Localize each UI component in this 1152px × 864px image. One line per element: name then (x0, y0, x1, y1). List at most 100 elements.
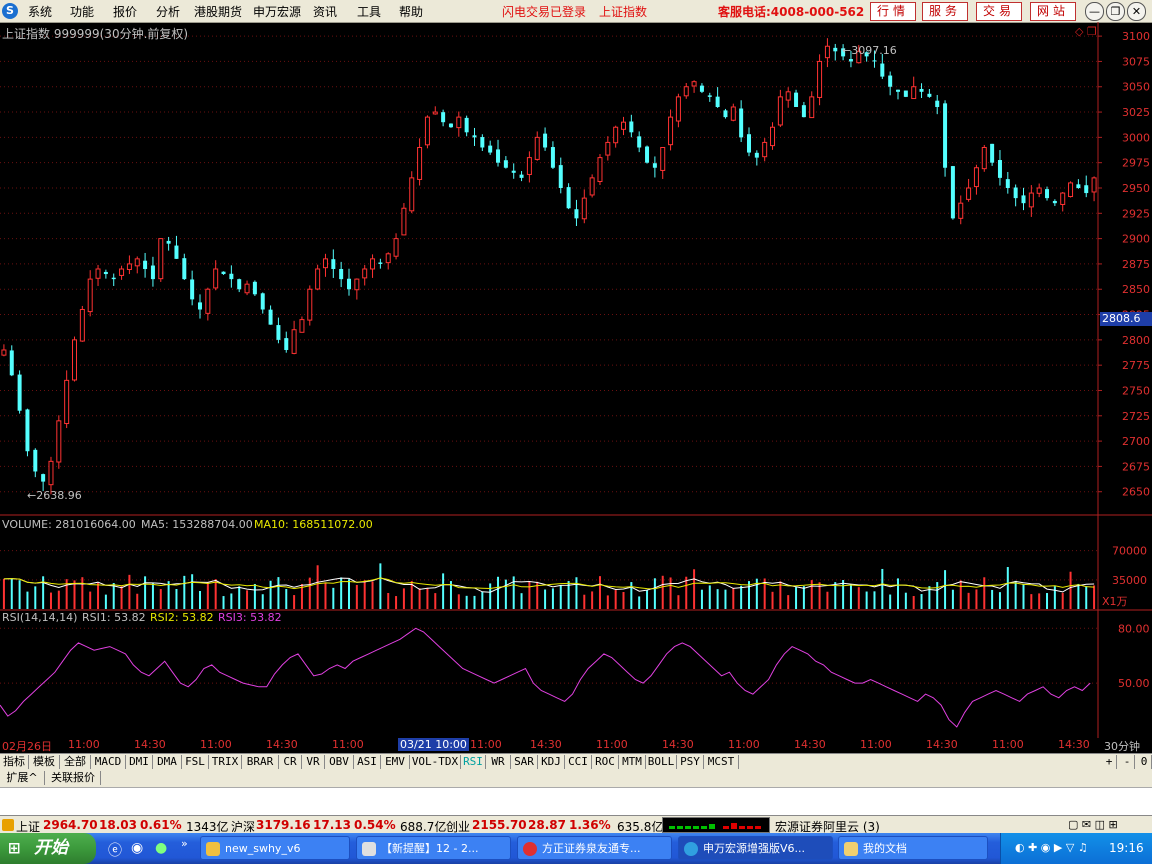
candle-body (362, 268, 368, 279)
quicklaunch-browser-icon[interactable]: ◉ (131, 840, 143, 856)
tab-control-2[interactable]: 0 (1137, 755, 1152, 769)
tab-expand[interactable]: 扩展^ (0, 771, 45, 785)
tab-asi[interactable]: ASI (354, 755, 381, 769)
quicklaunch-ie-icon[interactable]: ⓔ (108, 840, 122, 860)
period-label[interactable]: 30分钟 (1104, 738, 1140, 754)
tab-related-quote[interactable]: 关联报价 (46, 771, 101, 785)
taskbar-item-founder[interactable]: 方正证券泉友通专... (517, 836, 672, 860)
trade-button[interactable]: 交易 (976, 2, 1022, 21)
candle-body (746, 134, 751, 153)
tab-模板[interactable]: 模板 (29, 755, 60, 769)
tab-roc[interactable]: ROC (592, 755, 619, 769)
taskbar-item-documents[interactable]: 我的文档 (838, 836, 988, 860)
candle-body (197, 302, 202, 310)
status-tray-icons[interactable]: ▢ ✉ ◫ ⊞ (1068, 818, 1118, 831)
rsi1-label: RSI1: 53.82 (82, 611, 146, 624)
tab-brar[interactable]: BRAR (242, 755, 279, 769)
menu-item-hk-futures[interactable]: 港股期货 (194, 3, 242, 20)
tab-dmi[interactable]: DMI (126, 755, 153, 769)
tab-cr[interactable]: CR (279, 755, 302, 769)
minimize-icon[interactable]: — (1085, 2, 1104, 21)
menu-item-help[interactable]: 帮助 (399, 3, 423, 20)
x-tick: 14:30 (662, 738, 694, 751)
candle-body (785, 91, 791, 101)
tab-mcst[interactable]: MCST (704, 755, 739, 769)
tab-control-1[interactable]: - (1120, 755, 1135, 769)
tab-obv[interactable]: OBV (325, 755, 354, 769)
candle-body (801, 105, 806, 118)
candle-body (880, 63, 885, 77)
candle-body (503, 160, 508, 168)
tab-全部[interactable]: 全部 (60, 755, 91, 769)
candle-body (794, 92, 799, 107)
tab-wr[interactable]: WR (486, 755, 511, 769)
price-tick-label: 2975 (1122, 157, 1150, 170)
tab-vr[interactable]: VR (302, 755, 325, 769)
taskbar-item-folder[interactable]: new_swhy_v6 (200, 836, 350, 860)
tab-trix[interactable]: TRIX (209, 755, 242, 769)
candle-body (817, 60, 823, 98)
candle-body (48, 460, 54, 486)
tab-fsl[interactable]: FSL (182, 755, 209, 769)
candle-body (990, 143, 995, 163)
candle-body (1036, 187, 1042, 194)
service-button[interactable]: 服务 (922, 2, 968, 21)
close-icon[interactable]: ✕ (1127, 2, 1146, 21)
rsi3-label: RSI3: 53.82 (218, 611, 282, 624)
candle-body (158, 238, 164, 280)
tab-dma[interactable]: DMA (153, 755, 182, 769)
menu-item-swhy[interactable]: 申万宏源 (253, 3, 301, 20)
tab-psy[interactable]: PSY (677, 755, 704, 769)
candle-body (472, 135, 477, 138)
menu-item-news[interactable]: 资讯 (313, 3, 337, 20)
tab-emv[interactable]: EMV (381, 755, 410, 769)
tab-rsi[interactable]: RSI (461, 755, 486, 769)
tab-cci[interactable]: CCI (565, 755, 592, 769)
taskbar-item-reminder[interactable]: 【新提醒】12 - 2... (356, 836, 511, 860)
candle-body (943, 103, 948, 168)
candle-body (417, 146, 423, 180)
candle-body (699, 85, 704, 92)
current-index-link[interactable]: 上证指数 (599, 3, 647, 20)
menu-item-quote[interactable]: 报价 (113, 3, 137, 20)
start-button[interactable]: ⊞ 开始 (0, 833, 96, 864)
tab-指标[interactable]: 指标 (0, 755, 29, 769)
restore-icon[interactable]: ❐ (1106, 2, 1125, 21)
quicklaunch-app-icon[interactable]: ● (155, 840, 167, 856)
quicklaunch-more-icon[interactable]: » (181, 837, 188, 850)
candle-body (276, 325, 281, 340)
tray-icons[interactable]: ◐ ✚ ◉ ▶ ▽ ♫ (1015, 841, 1088, 854)
login-status[interactable]: 闪电交易已登录 (502, 3, 586, 20)
tab-control-0[interactable]: + (1102, 755, 1117, 769)
candle-body (150, 265, 155, 280)
market-icon (2, 819, 14, 831)
taskbar-item-swhy[interactable]: 申万宏源增强版V6... (678, 836, 833, 860)
hs-value: 3179.16 (256, 818, 311, 832)
tab-boll[interactable]: BOLL (646, 755, 677, 769)
menu-item-system[interactable]: 系统 (28, 3, 52, 20)
market-button[interactable]: 行情 (870, 2, 916, 21)
taskbar: ⊞ 开始 ⓔ ◉ ● » new_swhy_v6 【新提醒】12 - 2... … (0, 833, 1152, 864)
kline-chart[interactable]: 3100 3075 3050 3025 3000 2975 2950 2925 2900 2875… (0, 22, 1152, 738)
candle-body (56, 420, 62, 463)
menu-item-analysis[interactable]: 分析 (156, 3, 180, 20)
x-tick: 11:00 (728, 738, 760, 751)
tab-mtm[interactable]: MTM (619, 755, 646, 769)
tab-kdj[interactable]: KDJ (538, 755, 565, 769)
candle-body (566, 187, 571, 209)
tab-macd[interactable]: MACD (91, 755, 126, 769)
candle-body (221, 271, 226, 275)
chart-options-icon[interactable]: ◇ ❐ (1075, 25, 1097, 38)
tab-sar[interactable]: SAR (511, 755, 538, 769)
candle-body (981, 146, 987, 170)
candle-body (1013, 187, 1018, 199)
menu-item-function[interactable]: 功能 (70, 3, 94, 20)
candle-body (41, 474, 46, 482)
menu-item-tools[interactable]: 工具 (357, 3, 381, 20)
candle-body (919, 88, 924, 92)
tab-vol-tdx[interactable]: VOL-TDX (410, 755, 461, 769)
website-button[interactable]: 网站 (1030, 2, 1076, 21)
candle-body (432, 111, 438, 115)
folder-icon (206, 842, 220, 856)
market-breadth-icon (662, 817, 770, 833)
